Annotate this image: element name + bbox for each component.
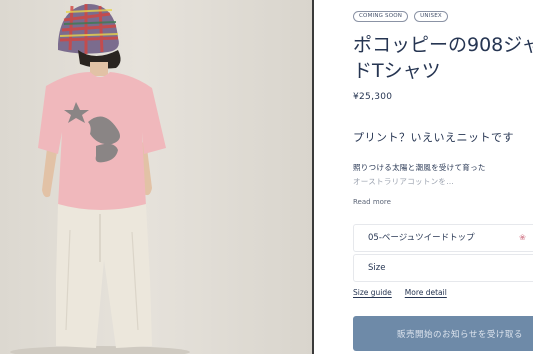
detail-links: Size guide More detail: [353, 288, 447, 297]
description-line-1: 照りつける太陽と潮風を受けて育った: [353, 163, 486, 172]
more-detail-link[interactable]: More detail: [405, 288, 447, 297]
product-info-panel: COMING SOON UNISEX ポコッピーの908ジャカードTシャツ ¥2…: [320, 0, 533, 354]
unisex-badge: UNISEX: [414, 11, 448, 22]
product-tagline: プリント？いえいえニットです: [353, 131, 514, 144]
size-select[interactable]: Size: [353, 254, 533, 282]
model-illustration: [10, 4, 190, 354]
badge-row: COMING SOON UNISEX: [353, 11, 448, 22]
coming-soon-badge: COMING SOON: [353, 11, 409, 22]
product-photo: [0, 0, 312, 354]
size-guide-link[interactable]: Size guide: [353, 288, 392, 297]
product-price: ¥25,300: [353, 92, 393, 102]
notify-restock-button[interactable]: 販売開始のお知らせを受け取る: [353, 316, 533, 351]
product-title: ポコッピーの908ジャカードTシャツ: [353, 34, 533, 82]
variant-select[interactable]: 05-ベージュツイードトップ: [353, 224, 533, 252]
description-line-2: オーストラリアコットンを…: [353, 177, 455, 186]
image-divider: [312, 0, 314, 354]
read-more-link[interactable]: Read more: [353, 198, 391, 206]
variant-swatch-icon: ❀: [519, 233, 526, 242]
